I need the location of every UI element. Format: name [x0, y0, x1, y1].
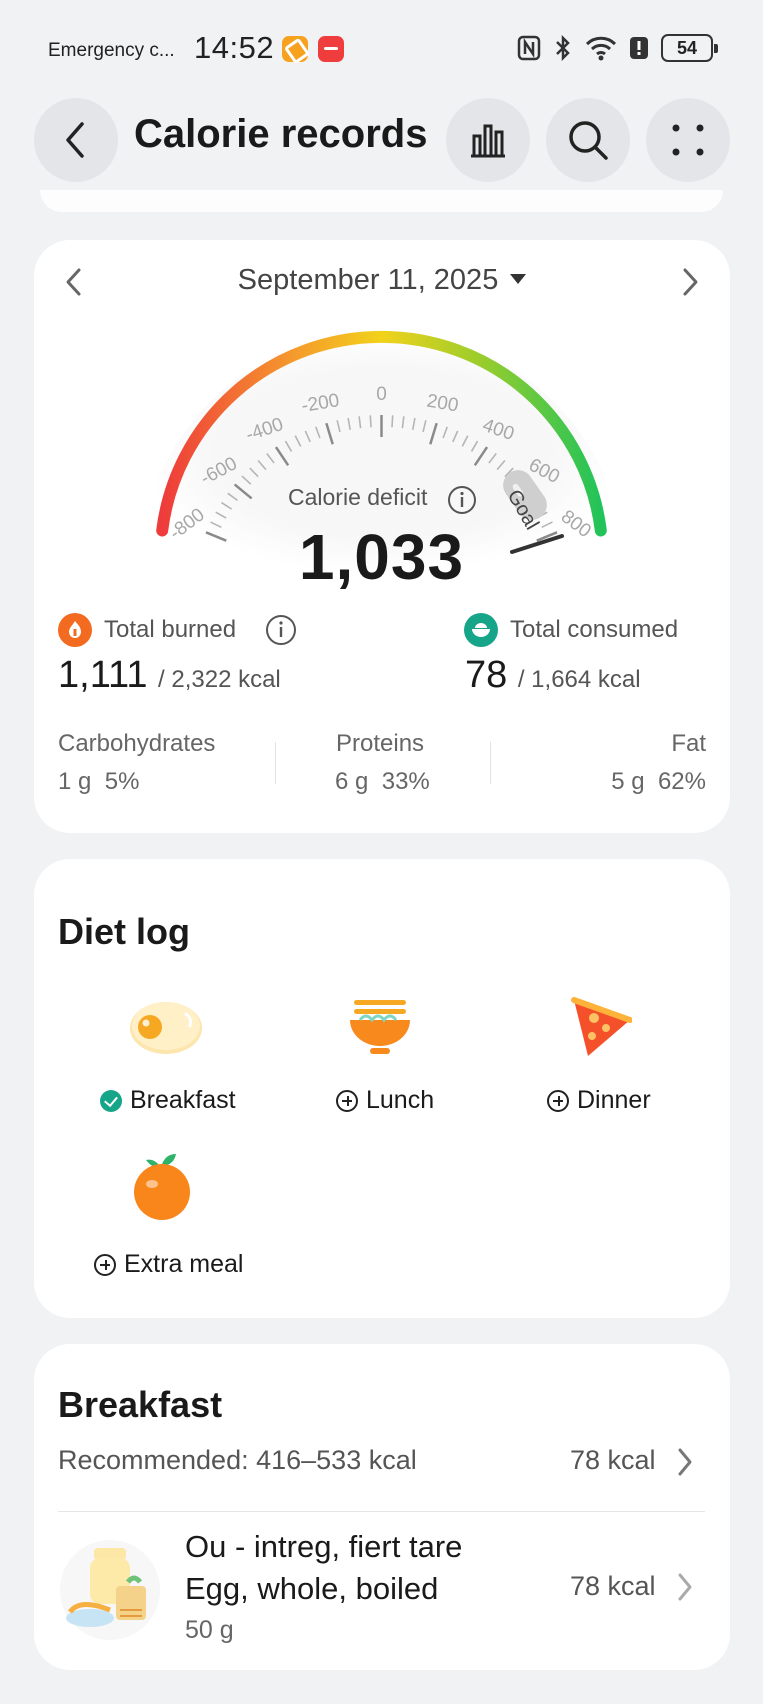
macro-divider [490, 742, 491, 784]
burned-info-icon[interactable] [265, 614, 297, 646]
meal-label: Lunch [366, 1086, 435, 1114]
noodle-bowl-icon [350, 1000, 410, 1054]
food-name-local: Ou - intreg, fiert tare [185, 1529, 463, 1564]
total-consumed-goal: / 1,664 kcal [517, 666, 641, 693]
chevron-right-icon [678, 1573, 692, 1601]
total-burned-label: Total burned [104, 616, 237, 643]
macro-proteins-label: Proteins [336, 730, 425, 757]
macro-fat-value: 5 g 62% [611, 768, 706, 795]
breakfast-title: Breakfast [58, 1384, 223, 1425]
breakfast-total-kcal: 78 kcal [570, 1445, 656, 1475]
meal-label: Dinner [577, 1086, 651, 1114]
total-burned-value: 1,111 / 2,322 kcal [58, 654, 281, 696]
food-kcal: 78 kcal [570, 1571, 656, 1601]
food-thumbnail-icon [60, 1540, 160, 1640]
chevron-right-icon [678, 1448, 692, 1476]
calorie-deficit-label: Calorie deficit [288, 484, 428, 510]
diet-log-title: Diet log [58, 911, 190, 952]
total-consumed-label: Total consumed [510, 616, 679, 643]
calorie-deficit-value: 1,033 [298, 521, 465, 593]
recommended-range: Recommended: 416–533 kcal [58, 1445, 417, 1475]
macro-carbs-label: Carbohydrates [58, 730, 216, 757]
gauge-tick [391, 415, 394, 428]
pizza-slice-icon [571, 997, 632, 1056]
add-circle-icon [94, 1253, 116, 1276]
macro-proteins-value: 6 g 33% [335, 768, 430, 795]
meal-label: Extra meal [124, 1250, 244, 1278]
food-name-english: Egg, whole, boiled [185, 1571, 439, 1606]
egg-icon [130, 1002, 202, 1054]
add-circle-icon [336, 1089, 358, 1112]
macro-fat-label: Fat [671, 730, 706, 757]
divider [58, 1511, 705, 1512]
info-icon[interactable] [447, 485, 477, 515]
total-consumed-value: 78 / 1,664 kcal [465, 654, 641, 696]
orange-icon [134, 1154, 190, 1220]
fire-burned-icon [58, 613, 92, 647]
macro-divider [275, 742, 276, 784]
gauge-tick [369, 415, 372, 428]
checkmark-icon [100, 1089, 122, 1112]
macro-carbs-value: 1 g 5% [58, 768, 140, 795]
add-circle-icon [547, 1089, 569, 1112]
gauge-tick-label: 0 [376, 384, 387, 405]
total-burned-goal: / 2,322 kcal [158, 666, 281, 693]
bowl-consumed-icon [464, 613, 498, 647]
food-amount: 50 g [185, 1616, 234, 1644]
meal-label: Breakfast [130, 1086, 236, 1114]
